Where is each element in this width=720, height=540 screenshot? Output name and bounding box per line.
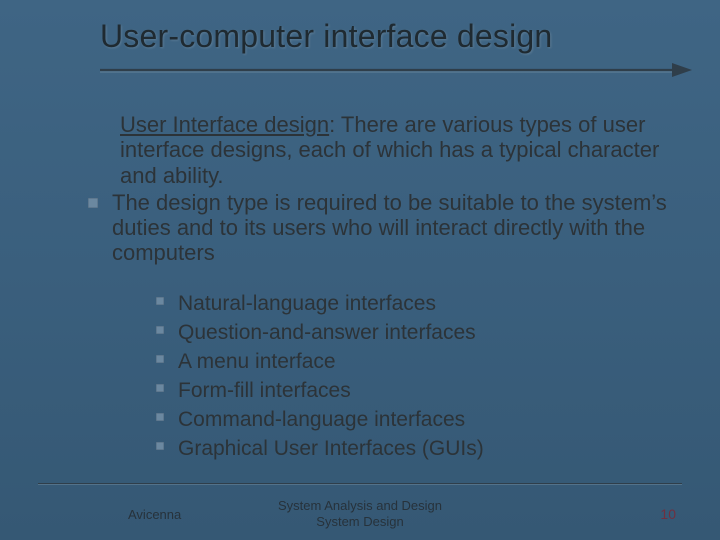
- footer-center: System Analysis and Design System Design: [278, 498, 442, 529]
- slide-body: User Interface design: There are various…: [60, 112, 680, 464]
- title-area: User-computer interface design: [0, 0, 720, 59]
- title-underline-arrow-icon: [100, 60, 692, 80]
- list-item-text: A menu interface: [178, 348, 336, 377]
- intro-lead: User Interface design: [120, 112, 329, 137]
- list-item-text: Command-language interfaces: [178, 406, 465, 435]
- bullet-square-icon: [156, 297, 164, 305]
- list-item-text: Graphical User Interfaces (GUIs): [178, 435, 484, 464]
- list-item: Form-fill interfaces: [156, 377, 680, 406]
- list-item-text: Form-fill interfaces: [178, 377, 351, 406]
- sub-bullet-list: Natural-language interfaces Question-and…: [60, 290, 680, 464]
- list-item: A menu interface: [156, 348, 680, 377]
- list-item: Natural-language interfaces: [156, 290, 680, 319]
- footer-author: Avicenna: [128, 507, 181, 522]
- bullet-square-icon: [88, 198, 98, 208]
- list-item-text: Natural-language interfaces: [178, 290, 436, 319]
- list-item-text: Question-and-answer interfaces: [178, 319, 476, 348]
- main-bullet-text: The design type is required to be suitab…: [112, 190, 680, 266]
- list-item: Question-and-answer interfaces: [156, 319, 680, 348]
- slide: User-computer interface design User Inte…: [0, 0, 720, 540]
- page-number: 10: [660, 506, 676, 522]
- bullet-square-icon: [156, 384, 164, 392]
- bullet-square-icon: [156, 355, 164, 363]
- intro-paragraph: User Interface design: There are various…: [60, 112, 680, 188]
- bullet-square-icon: [156, 326, 164, 334]
- list-item: Graphical User Interfaces (GUIs): [156, 435, 680, 464]
- footer: Avicenna System Analysis and Design Syst…: [0, 506, 720, 522]
- slide-title: User-computer interface design: [100, 18, 680, 59]
- bullet-square-icon: [156, 442, 164, 450]
- footer-center-line2: System Design: [278, 514, 442, 530]
- list-item: Command-language interfaces: [156, 406, 680, 435]
- bullet-square-icon: [156, 413, 164, 421]
- main-bullet: The design type is required to be suitab…: [60, 190, 680, 266]
- footer-divider: [38, 483, 682, 484]
- footer-center-line1: System Analysis and Design: [278, 498, 442, 514]
